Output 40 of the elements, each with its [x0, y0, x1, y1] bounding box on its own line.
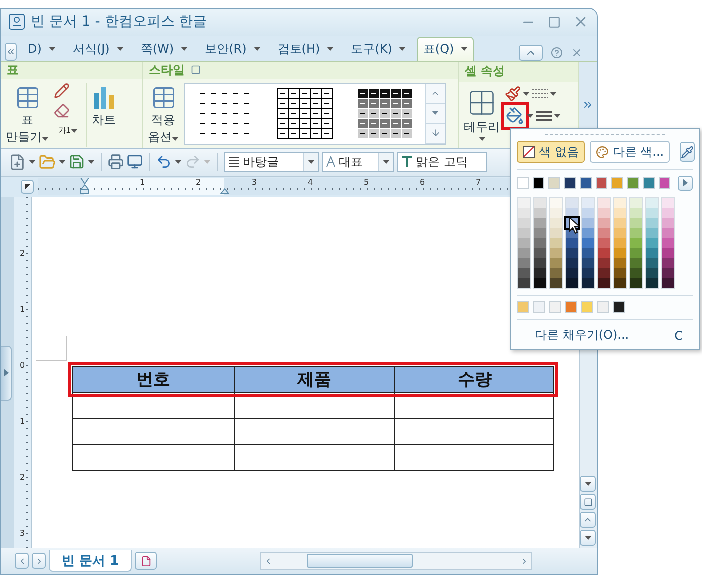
- border-button[interactable]: 테두리: [463, 86, 501, 143]
- ruler-number: 6: [420, 178, 426, 188]
- group-title: 스타일: [149, 62, 185, 79]
- more-fill-item[interactable]: 다른 채우기(O)...: [535, 327, 630, 344]
- apply-options-button[interactable]: 적용 옵션: [147, 82, 180, 147]
- ruler-number: 5: [364, 178, 370, 188]
- ruler-number: 2: [20, 472, 26, 483]
- header-cell: 제품: [234, 366, 394, 392]
- group-title: 셀 속성: [465, 63, 506, 80]
- create-table-button[interactable]: 표 만들기: [5, 82, 50, 147]
- menu-tab[interactable]: 서식(J): [66, 36, 130, 61]
- ruler-number: 1: [20, 304, 26, 315]
- menu-tab[interactable]: 보안(R): [199, 36, 267, 61]
- ruler-number: 3: [20, 528, 26, 539]
- ruler-number: 2: [20, 248, 26, 259]
- menu-tab[interactable]: 쪽(W): [134, 36, 194, 61]
- header-cell-text: 번호: [136, 368, 172, 392]
- ruler-number: 4: [308, 178, 314, 188]
- window-title: 빈 문서 1 - 한컴오피스 한글: [31, 13, 208, 32]
- menu-tab[interactable]: D): [22, 36, 62, 61]
- menu-tab[interactable]: 검토(H): [272, 36, 340, 61]
- menu-tab[interactable]: 표(Q): [417, 36, 474, 61]
- ruler-number: 0: [20, 360, 26, 371]
- chart-button[interactable]: 차트: [91, 82, 117, 130]
- shortcut-key: C: [674, 328, 683, 342]
- document-tab[interactable]: 빈 문서 1: [49, 550, 132, 572]
- no-color-button[interactable]: 색 없음: [517, 141, 585, 164]
- paragraph-combo[interactable]: 대표: [322, 152, 394, 172]
- ruler-number: 1: [20, 416, 26, 427]
- header-cell: 수량: [394, 366, 555, 392]
- ruler-number: 7: [476, 178, 482, 188]
- font-combo[interactable]: 맑은 고딕: [397, 152, 487, 172]
- more-colors-button[interactable]: 다른 색...: [590, 141, 670, 164]
- cell-caption-button[interactable]: 가1: [54, 122, 82, 139]
- menu-tab[interactable]: 도구(K): [345, 36, 412, 61]
- ruler-number: 2: [196, 178, 202, 188]
- style-combo[interactable]: 바탕글: [224, 152, 319, 172]
- ruler-number: 1: [140, 178, 146, 188]
- ruler-number: 3: [252, 178, 258, 188]
- group-title: 표: [7, 62, 19, 79]
